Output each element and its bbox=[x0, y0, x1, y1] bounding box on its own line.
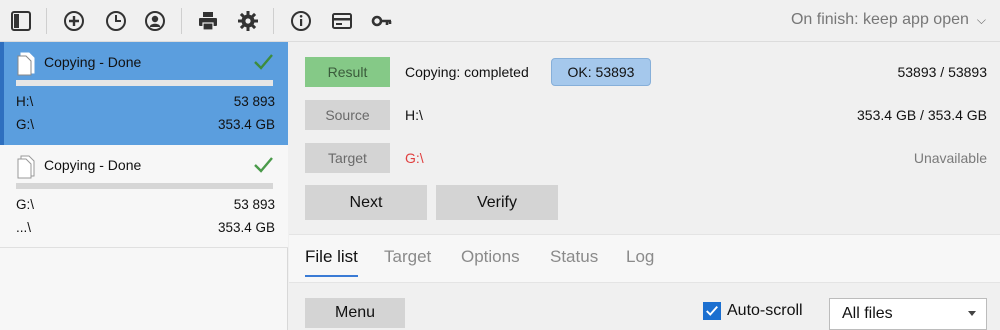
autoscroll-label: Auto-scroll bbox=[727, 302, 803, 319]
source-label: Source bbox=[305, 100, 390, 130]
job-target-value: 353.4 GB bbox=[217, 117, 275, 132]
job-item[interactable]: Copying - Done H:\ 53 893 G:\ 353.4 GB bbox=[0, 42, 288, 145]
add-circle-icon[interactable] bbox=[62, 9, 86, 33]
verify-button[interactable]: Verify bbox=[436, 185, 558, 220]
printer-icon[interactable] bbox=[196, 9, 220, 33]
target-label: Target bbox=[305, 143, 390, 173]
tab-log[interactable]: Log bbox=[626, 247, 654, 267]
job-source-value: 53 893 bbox=[233, 197, 275, 212]
toolbar-separator bbox=[273, 8, 274, 34]
on-finish-label: On finish: keep app open bbox=[790, 11, 969, 28]
toolbar-separator bbox=[46, 8, 47, 34]
job-list: Copying - Done H:\ 53 893 G:\ 353.4 GB C… bbox=[0, 42, 288, 330]
job-progress-bar bbox=[16, 183, 273, 189]
job-source-path: H:\ bbox=[16, 94, 34, 109]
checkbox-checked-icon[interactable] bbox=[703, 302, 721, 320]
result-label: Result bbox=[305, 57, 390, 87]
job-source-row: G:\ 53 893 bbox=[16, 197, 275, 212]
key-icon[interactable] bbox=[370, 9, 394, 33]
info-icon[interactable] bbox=[289, 9, 313, 33]
ok-count-badge[interactable]: OK: 53893 bbox=[551, 58, 651, 86]
gear-icon[interactable] bbox=[236, 9, 260, 33]
tab-target[interactable]: Target bbox=[384, 247, 431, 267]
job-source-path: G:\ bbox=[16, 197, 35, 212]
toolbar-separator bbox=[181, 8, 182, 34]
job-target-path: G:\ bbox=[16, 117, 35, 132]
target-status: Unavailable bbox=[913, 150, 987, 166]
sidebar-toggle-icon[interactable] bbox=[9, 9, 33, 33]
file-filter-select[interactable]: All files bbox=[829, 298, 987, 330]
document-copy-icon bbox=[17, 155, 35, 179]
checkmark-icon bbox=[254, 157, 273, 173]
job-title: Copying - Done bbox=[44, 54, 142, 70]
checkmark-icon bbox=[254, 54, 273, 70]
tab-bar: File list Target Options Status Log bbox=[289, 234, 1000, 283]
autoscroll-checkbox[interactable]: Auto-scroll bbox=[703, 302, 803, 320]
card-icon[interactable] bbox=[330, 9, 354, 33]
result-text: Copying: completed bbox=[405, 64, 529, 80]
job-target-row: G:\ 353.4 GB bbox=[16, 117, 275, 132]
tab-status[interactable]: Status bbox=[550, 247, 598, 267]
clock-icon[interactable] bbox=[104, 9, 128, 33]
job-source-row: H:\ 53 893 bbox=[16, 94, 275, 109]
tab-options[interactable]: Options bbox=[461, 247, 520, 267]
file-filter-value: All files bbox=[842, 305, 893, 322]
source-size: 353.4 GB / 353.4 GB bbox=[857, 107, 987, 123]
source-path: H:\ bbox=[405, 107, 423, 123]
job-progress-bar bbox=[16, 80, 273, 86]
job-title: Copying - Done bbox=[44, 157, 142, 173]
job-target-path: ...\ bbox=[16, 220, 32, 235]
chevron-down-icon bbox=[968, 311, 976, 316]
user-circle-icon[interactable] bbox=[143, 9, 167, 33]
toolbar: On finish: keep app open ⌵ bbox=[0, 0, 1000, 42]
job-source-value: 53 893 bbox=[233, 94, 275, 109]
target-path: G:\ bbox=[405, 150, 424, 166]
document-copy-icon bbox=[17, 52, 35, 76]
on-finish-dropdown[interactable]: On finish: keep app open ⌵ bbox=[791, 11, 986, 29]
next-button[interactable]: Next bbox=[305, 185, 427, 220]
chevron-down-icon: ⌵ bbox=[976, 12, 986, 27]
menu-button[interactable]: Menu bbox=[305, 298, 405, 328]
tab-file-list[interactable]: File list bbox=[305, 247, 358, 277]
job-target-row: ...\ 353.4 GB bbox=[16, 220, 275, 235]
job-details: Result Copying: completed OK: 53893 5389… bbox=[289, 42, 1000, 330]
job-item[interactable]: Copying - Done G:\ 53 893 ...\ 353.4 GB bbox=[0, 145, 288, 248]
job-target-value: 353.4 GB bbox=[217, 220, 275, 235]
result-count: 53893 / 53893 bbox=[897, 64, 987, 80]
